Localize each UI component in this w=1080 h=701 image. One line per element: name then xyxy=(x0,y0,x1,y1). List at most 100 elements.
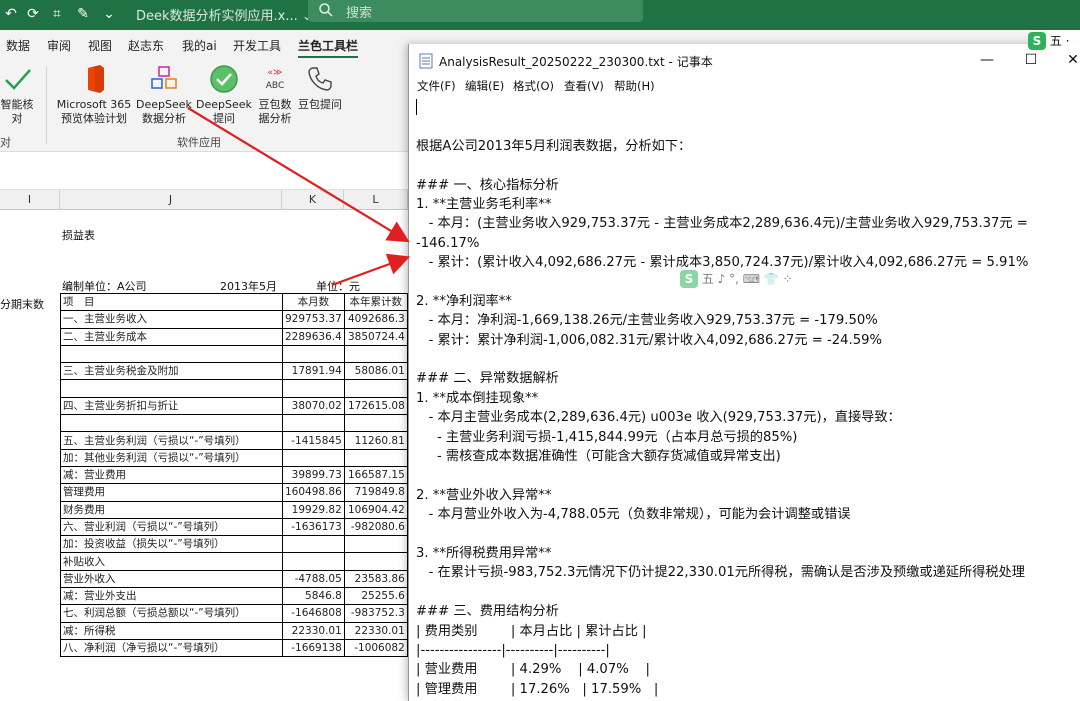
row-item-cell[interactable]: 六、营业利润（亏损以“-”号填列） xyxy=(60,517,283,537)
doubao-analysis-button[interactable]: «≫ ABC 豆包数 据分析 xyxy=(255,64,295,126)
row-month-cell[interactable]: 2289636.4 xyxy=(282,327,345,346)
row-item-cell[interactable]: 补贴收入 xyxy=(60,552,283,571)
row-month-cell[interactable] xyxy=(282,379,345,398)
row-item-cell[interactable]: 四、主营业务折扣与折让 xyxy=(60,396,283,416)
row-ytd-cell[interactable]: 4092686.3 xyxy=(343,310,408,329)
row-item-cell[interactable]: 一、主营业务收入 xyxy=(60,310,283,329)
tab-data[interactable]: 数据 xyxy=(6,37,30,54)
row-month-cell[interactable]: 929753.37 xyxy=(282,310,345,329)
tab-review[interactable]: 审阅 xyxy=(47,37,71,54)
row-month-cell[interactable] xyxy=(282,448,345,467)
row-ytd-cell[interactable] xyxy=(343,535,408,554)
row-month-cell[interactable]: 22330.01 xyxy=(282,621,345,640)
row-item-cell[interactable]: 加：其他业务利润（亏损以“-”号填列） xyxy=(60,448,283,467)
row-item-cell[interactable] xyxy=(60,344,283,364)
row-month-cell[interactable]: -1669138 xyxy=(282,638,345,658)
row-ytd-cell[interactable]: 106904.42 xyxy=(343,500,408,519)
header-month[interactable]: 本月数 xyxy=(282,292,345,312)
close-icon[interactable]: ✕ xyxy=(1061,50,1080,70)
row-month-cell[interactable] xyxy=(282,535,345,554)
smart-check-button[interactable]: 智能核对 xyxy=(0,64,38,126)
row-ytd-cell[interactable] xyxy=(343,552,408,571)
row-month-cell[interactable]: 160498.86 xyxy=(282,483,345,502)
row-month-cell[interactable]: -1646808 xyxy=(282,604,345,623)
maximize-icon[interactable]: ☐ xyxy=(1019,50,1043,70)
row-month-cell[interactable]: -4788.05 xyxy=(282,569,345,589)
row-ytd-cell[interactable]: 25255.6 xyxy=(343,587,408,606)
row-item-cell[interactable]: 七、利润总额（亏损总额以“-”号填列） xyxy=(60,604,283,623)
header-ytd[interactable]: 本年累计数 xyxy=(343,292,408,312)
deepseek-cubes-icon xyxy=(151,66,177,89)
row-item-cell[interactable] xyxy=(60,379,283,398)
tab-my-ai[interactable]: 我的ai xyxy=(182,37,217,54)
quick-access-icon[interactable]: ↶ xyxy=(2,5,20,23)
notepad-text-area[interactable]: 根据A公司2013年5月利润表数据，分析如下： ### 一、核心指标分析 1. **… xyxy=(416,98,1080,701)
row-item-cell[interactable]: 减：营业外支出 xyxy=(60,587,283,606)
row-month-cell[interactable]: 19929.82 xyxy=(282,500,345,519)
row-item-cell[interactable]: 营业外收入 xyxy=(60,569,283,589)
row-item-cell[interactable]: 八、净利润（净亏损以“-”号填列） xyxy=(60,638,283,658)
document-title[interactable]: Deek数据分析实例应用.x... ⌄ xyxy=(136,5,313,24)
row-month-cell[interactable]: 39899.73 xyxy=(282,465,345,485)
search-box[interactable]: 搜索 xyxy=(308,0,643,22)
row-month-cell[interactable] xyxy=(282,344,345,364)
customize-toolbar-icon[interactable]: ⌄ xyxy=(100,5,118,23)
column-header-k[interactable]: K xyxy=(282,190,344,210)
tab-user[interactable]: 赵志东 xyxy=(128,37,164,54)
column-header-l[interactable]: L xyxy=(344,190,408,210)
row-item-cell[interactable]: 二、主营业务成本 xyxy=(60,327,283,346)
row-item-cell[interactable]: 减：营业费用 xyxy=(60,465,283,485)
row-month-cell[interactable]: -1415845 xyxy=(282,431,345,450)
row-item-cell[interactable]: 管理费用 xyxy=(60,483,283,502)
row-ytd-cell[interactable]: 23583.86 xyxy=(343,569,408,589)
row-ytd-cell[interactable]: 172615.08 xyxy=(343,396,408,416)
row-ytd-cell[interactable] xyxy=(343,344,408,364)
ime-toolbar-top[interactable]: S 五 · xyxy=(1028,30,1080,52)
deepseek-analysis-button[interactable]: DeepSeek 数据分析 xyxy=(136,64,192,126)
tab-view[interactable]: 视图 xyxy=(88,37,112,54)
row-ytd-cell[interactable]: 22330.01 xyxy=(343,621,408,640)
deepseek-ask-button[interactable]: DeepSeek 提问 xyxy=(196,64,252,126)
row-ytd-cell[interactable]: -1006082 xyxy=(343,638,408,658)
row-month-cell[interactable]: 17891.94 xyxy=(282,362,345,381)
menu-file[interactable]: 文件(F) xyxy=(417,78,456,94)
row-item-cell[interactable]: 财务费用 xyxy=(60,500,283,519)
row-ytd-cell[interactable]: -983752.3 xyxy=(343,604,408,623)
column-header-i[interactable]: I xyxy=(0,190,60,210)
row-ytd-cell[interactable]: 58086.01 xyxy=(343,362,408,381)
row-item-cell[interactable]: 加：投资收益（损失以“-”号填列） xyxy=(60,535,283,554)
row-item-cell[interactable] xyxy=(60,414,283,433)
row-item-cell[interactable]: 减：所得税 xyxy=(60,621,283,640)
row-ytd-cell[interactable] xyxy=(343,414,408,433)
row-month-cell[interactable]: -1636173 xyxy=(282,517,345,537)
header-item[interactable]: 项 目 xyxy=(60,292,283,312)
row-month-cell[interactable] xyxy=(282,414,345,433)
ms365-preview-button[interactable]: Microsoft 365 预览体验计划 xyxy=(54,64,134,126)
row-ytd-cell[interactable]: 3850724.4 xyxy=(343,327,408,346)
row-ytd-cell[interactable] xyxy=(343,379,408,398)
menu-help[interactable]: 帮助(H) xyxy=(614,78,655,94)
row-ytd-cell[interactable]: 11260.81 xyxy=(343,431,408,450)
row-ytd-cell[interactable]: -982080.6 xyxy=(343,517,408,537)
row-ytd-cell[interactable]: 166587.15 xyxy=(343,465,408,485)
autosave-icon[interactable]: ⟳ xyxy=(24,5,42,23)
row-item-cell[interactable]: 五、主营业务利润（亏损以“-”号填列） xyxy=(60,431,283,450)
redo-icon[interactable]: ✎ xyxy=(74,5,92,23)
row-month-cell[interactable]: 38070.02 xyxy=(282,396,345,416)
tab-developer[interactable]: 开发工具 xyxy=(233,37,281,54)
row-ytd-cell[interactable]: 719849.8 xyxy=(343,483,408,502)
row-month-cell[interactable]: 5846.8 xyxy=(282,587,345,606)
row-item-cell[interactable]: 三、主营业务税金及附加 xyxy=(60,362,283,381)
menu-edit[interactable]: 编辑(E) xyxy=(465,78,504,94)
row-month-cell[interactable] xyxy=(282,552,345,571)
touch-mode-icon[interactable]: ⌗ xyxy=(48,5,66,23)
menu-format[interactable]: 格式(O) xyxy=(513,78,554,94)
tab-lanse-toolbar[interactable]: 兰色工具栏 xyxy=(298,37,359,58)
row-ytd-cell[interactable] xyxy=(343,448,408,467)
ime-toolbar-floating[interactable]: S 五 ♪ °, ⌨ 👕 ⁘ xyxy=(678,268,826,290)
doubao-ask-button[interactable]: 豆包提问 xyxy=(296,64,344,112)
deepseek-analysis-label-1: DeepSeek xyxy=(136,98,192,111)
column-header-j[interactable]: J xyxy=(60,190,282,210)
menu-view[interactable]: 查看(V) xyxy=(564,78,604,94)
minimize-icon[interactable]: — xyxy=(975,50,999,70)
